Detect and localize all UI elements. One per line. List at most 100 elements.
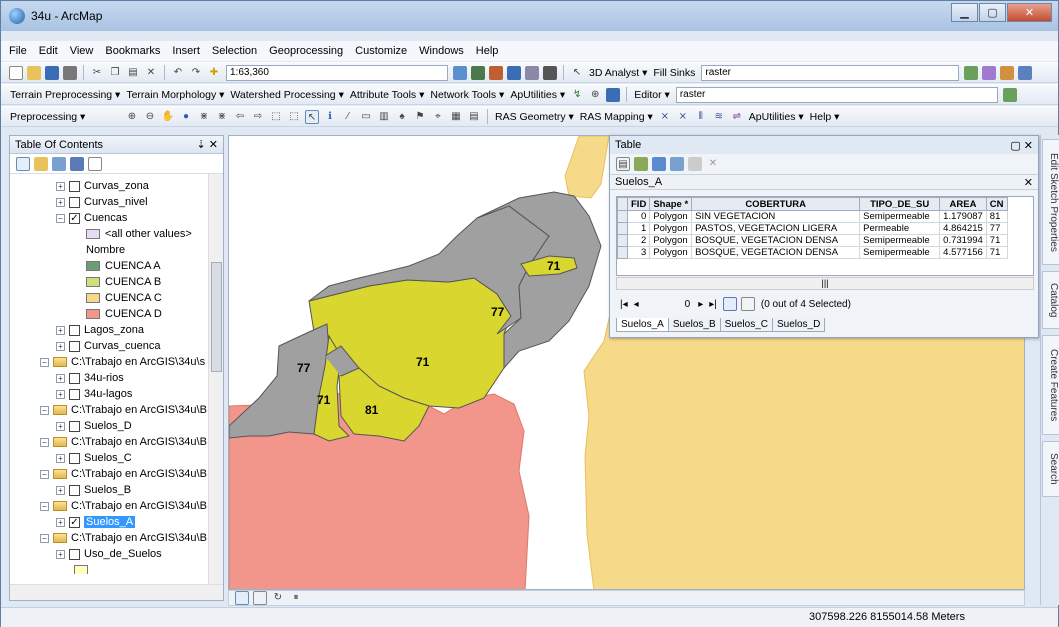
menu-edit[interactable]: Edit [39,45,58,57]
layer-visibility-checkbox[interactable] [69,196,80,208]
attribute-tools-menu[interactable]: Attribute Tools ▾ [350,89,425,101]
editor-menu[interactable]: Editor ▾ [634,89,670,101]
table-layer-close-icon[interactable]: ✕ [1024,176,1033,189]
3d-analyst-menu[interactable]: 3D Analyst ▾ [589,67,647,79]
column-header[interactable]: AREA [939,197,987,211]
new-icon[interactable] [9,65,23,80]
expand-toggle-icon[interactable]: + [56,485,65,495]
menu-view[interactable]: View [70,45,94,57]
sketch-icon[interactable] [1002,87,1017,102]
table-row[interactable]: 3 Polygon BOSQUE, VEGETACION DENSA Semip… [617,246,1008,259]
aspect-icon[interactable] [982,65,997,80]
copy-icon[interactable]: ❐ [108,66,122,80]
column-header[interactable]: CN [985,197,1008,211]
cell-fid[interactable]: 2 [626,234,651,247]
delete-selected-icon[interactable]: ✕ [706,157,720,171]
arctoolbox-icon[interactable] [489,65,503,80]
open-icon[interactable] [27,65,41,80]
expand-toggle-icon[interactable]: − [40,501,49,511]
toc-window-icon[interactable] [471,65,485,80]
add-data-icon[interactable]: ✚ [207,66,221,80]
html-popup-icon[interactable]: ▭ [359,110,373,124]
aputilities-menu[interactable]: ApUtilities ▾ [510,89,565,101]
clear-table-selection-icon[interactable] [688,157,702,171]
cell-area[interactable]: 4.577156 [939,246,987,259]
cell-cobertura[interactable]: PASTOS, VEGETACION LIGERA [691,222,861,235]
expand-toggle-icon[interactable]: + [56,453,65,463]
redo-icon[interactable]: ↷ [189,66,203,80]
show-selected-records-icon[interactable] [740,297,755,311]
refresh-icon[interactable]: ↻ [271,591,285,605]
point-delineation-icon[interactable]: ⊕ [588,88,602,102]
column-header[interactable]: TIPO_DE_SU [859,197,941,211]
preprocessing-menu[interactable]: Preprocessing ▾ [10,111,120,123]
current-record[interactable]: 0 [685,299,691,310]
expand-toggle-icon[interactable]: + [56,517,65,527]
data-view-icon[interactable] [235,591,249,605]
cell-tipo[interactable]: Semipermeable [859,246,941,259]
layer-visibility-checkbox[interactable] [69,388,80,400]
contour-icon[interactable] [1018,65,1033,80]
related-tables-icon[interactable] [634,157,648,171]
toc-vertical-scrollbar[interactable] [208,174,223,584]
toc-layer-row[interactable]: + Curvas_cuenca [56,338,160,354]
hillshade-icon[interactable] [964,65,979,80]
pause-drawing-icon[interactable]: ⏸ [289,591,303,605]
expand-toggle-icon[interactable]: + [56,549,65,559]
previous-record-icon[interactable]: ◂ [634,299,639,310]
toc-layer-row[interactable]: − ✓ Cuencas [56,210,127,226]
cell-area[interactable]: 1.179087 [939,210,987,223]
ras-tool-4-icon[interactable]: ≋ [712,110,726,124]
forward-extent-icon[interactable]: ⇨ [251,110,265,124]
python-icon[interactable] [543,65,557,80]
toc-folder-row[interactable]: − C:\Trabajo en ArcGIS\34u\B [40,402,207,418]
expand-toggle-icon[interactable]: − [40,437,49,447]
catalog-window-icon[interactable] [507,65,521,80]
expand-toggle-icon[interactable]: − [40,357,49,367]
expand-toggle-icon[interactable]: − [56,213,65,223]
fixed-zoom-out-icon[interactable]: ⋇ [215,110,229,124]
tab-suelos-c[interactable]: Suelos_C [719,318,773,332]
ras-mapping-menu[interactable]: RAS Mapping ▾ [580,111,653,123]
pan-icon[interactable]: ✋ [161,110,175,124]
layout-view-icon[interactable] [253,591,267,605]
menu-help[interactable]: Help [476,45,499,57]
3d-analyst-tool-icon[interactable]: ↖ [570,66,584,80]
table-window-controls-icon[interactable]: ▢ ✕ [1010,139,1033,152]
editor-toolbar-icon[interactable] [453,65,467,80]
select-by-attributes-icon[interactable] [652,157,666,171]
menu-insert[interactable]: Insert [172,45,200,57]
toc-folder-row[interactable]: − C:\Trabajo en ArcGIS\34u\B [40,530,207,546]
cell-fid[interactable]: 3 [626,246,651,259]
expand-toggle-icon[interactable]: + [56,197,65,207]
tab-suelos-a[interactable]: Suelos_A [616,318,669,332]
layer-visibility-checkbox[interactable]: ✓ [69,516,80,528]
cell-cn[interactable]: 71 [985,246,1008,259]
tab-catalog[interactable]: Catalog [1042,271,1059,329]
select-elements-icon[interactable]: ↖ [305,109,319,124]
layer-visibility-checkbox[interactable] [69,324,80,336]
expand-toggle-icon[interactable]: + [56,181,65,191]
cell-cobertura[interactable]: SIN VEGETACION [691,210,861,223]
cell-area[interactable]: 4.864215 [939,222,987,235]
cut-icon[interactable]: ✂ [90,66,104,80]
toc-layer-row[interactable]: + Curvas_zona [56,178,149,194]
save-icon[interactable] [45,65,59,80]
delete-icon[interactable]: ✕ [144,66,158,80]
ras-tool-3-icon[interactable]: ⫴ [694,110,708,124]
batch-icon[interactable] [606,87,621,102]
toc-layer-row[interactable]: + Uso_de_Suelos [56,546,162,562]
first-record-icon[interactable]: |◂ [620,299,628,310]
toc-folder-row[interactable]: − C:\Trabajo en ArcGIS\34u\s [40,354,205,370]
next-record-icon[interactable]: ▸ [698,299,703,310]
column-header[interactable]: Shape * [649,197,693,211]
hyperlink-icon[interactable]: ⁄ [341,110,355,124]
undo-icon[interactable]: ↶ [171,66,185,80]
back-extent-icon[interactable]: ⇦ [233,110,247,124]
expand-toggle-icon[interactable]: + [56,389,65,399]
toc-layer-row[interactable]: +34u-rios [56,370,124,386]
aputilities-menu-2[interactable]: ApUtilities ▾ [749,111,804,123]
ras-geometry-menu[interactable]: RAS Geometry ▾ [495,111,574,123]
table-options-icon[interactable]: ▤ [616,157,630,171]
find-icon[interactable]: ♠ [395,110,409,124]
